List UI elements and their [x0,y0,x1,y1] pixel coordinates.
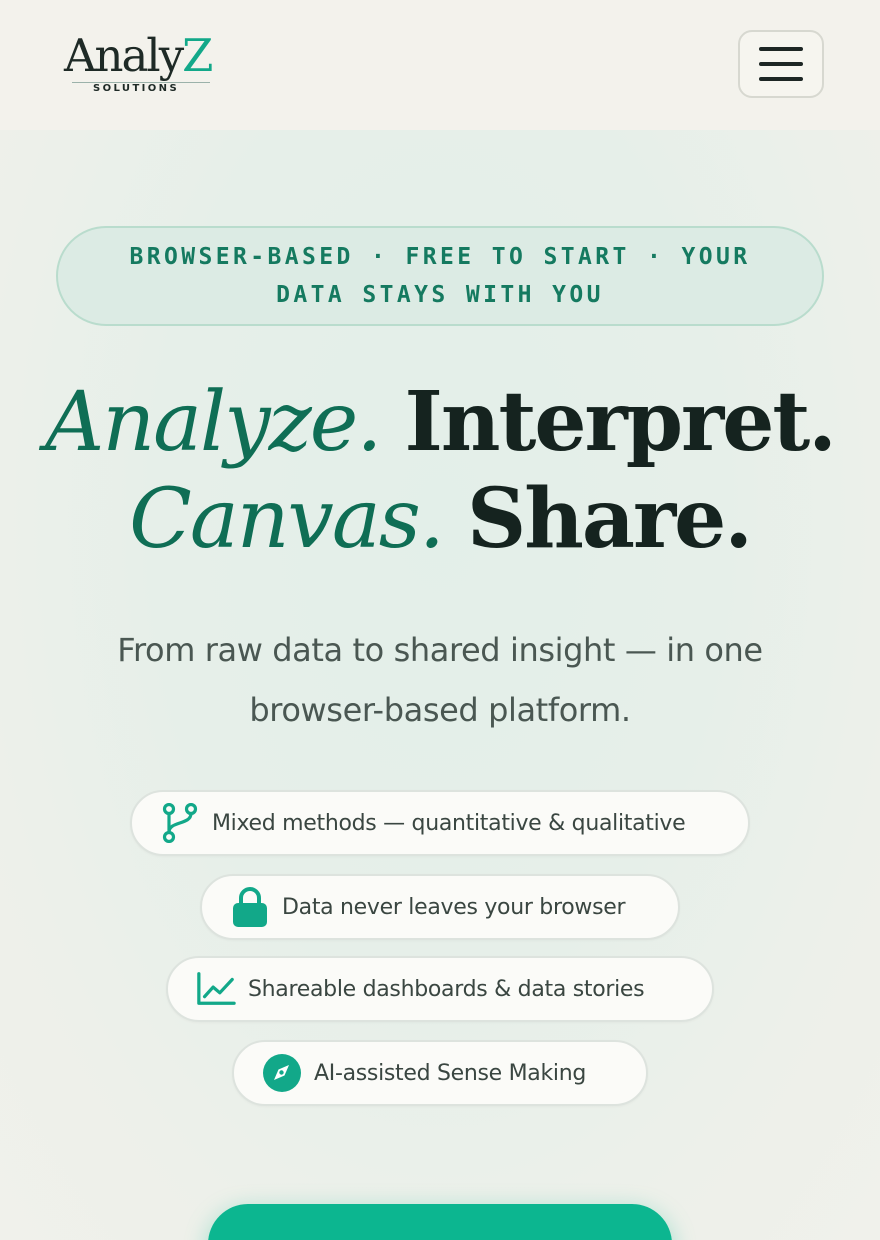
compass-icon [262,1053,302,1093]
feature-dashboards: Shareable dashboards & data stories [166,956,714,1022]
feature-data-privacy: Data never leaves your browser [200,874,680,940]
analyz-logo[interactable]: AnalyZ SOLUTIONS [64,30,224,96]
hero-headline: Analyze. Interpret. Canvas. Share. [0,374,880,568]
headline-analyze: Analyze. [45,375,382,470]
branch-icon [160,803,200,843]
feature-label: AI-assisted Sense Making [314,1060,587,1086]
headline-share: Share. [467,471,753,567]
logo-wordmark: AnalyZ [64,29,213,82]
headline-canvas: Canvas. [129,472,445,567]
feature-label: Mixed methods — quantitative & qualitati… [212,810,686,836]
headline-line-2: Canvas. Share. [0,471,880,568]
feature-mixed-methods: Mixed methods — quantitative & qualitati… [130,790,750,856]
logo-subtitle: SOLUTIONS [93,83,180,94]
headline-interpret: Interpret. [404,374,836,470]
tagline-pill: BROWSER-BASED · FREE TO START · YOUR DAT… [56,226,824,326]
feature-ai-sense-making: AI-assisted Sense Making [232,1040,648,1106]
chart-line-icon [196,969,236,1009]
site-header: AnalyZ SOLUTIONS [0,0,880,130]
lock-icon [230,887,270,927]
feature-label: Data never leaves your browser [282,894,626,920]
headline-line-1: Analyze. Interpret. [0,374,880,471]
feature-label: Shareable dashboards & data stories [248,976,645,1002]
cta-button[interactable] [208,1204,672,1240]
hamburger-menu-icon [759,47,803,51]
tagline-text: BROWSER-BASED · FREE TO START · YOUR DAT… [129,244,751,308]
hamburger-menu-button[interactable] [738,30,824,98]
hero-subtitle: From raw data to shared insight — in one… [117,631,763,729]
